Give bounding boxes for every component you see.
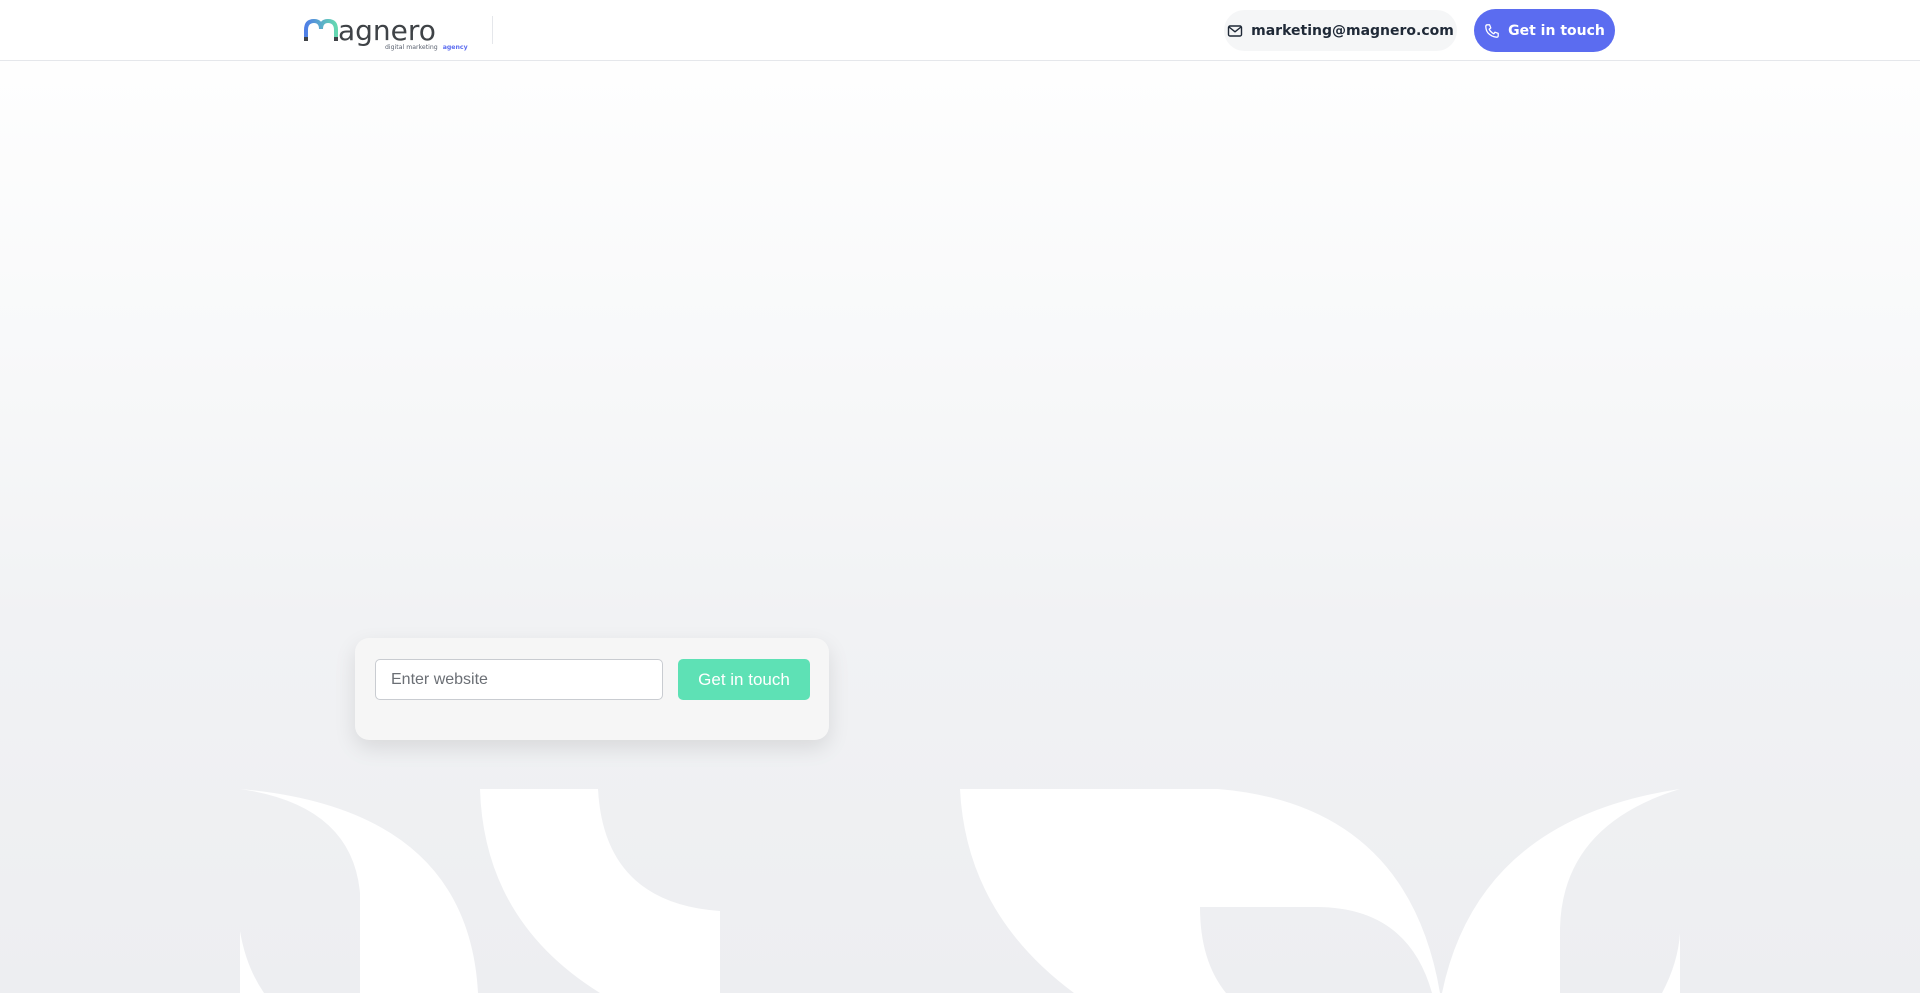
decorative-shapes — [240, 789, 1680, 993]
website-input[interactable] — [375, 659, 663, 700]
get-in-touch-header-label: Get in touch — [1508, 22, 1605, 39]
mail-icon — [1227, 24, 1243, 37]
logo-divider — [492, 16, 493, 44]
email-link[interactable]: marketing@magnero.com — [1224, 10, 1457, 51]
get-in-touch-header-button[interactable]: Get in touch — [1474, 9, 1615, 52]
phone-icon — [1485, 23, 1499, 38]
get-in-touch-form-button[interactable]: Get in touch — [678, 659, 810, 700]
logo-tagline: digital marketing agency — [385, 44, 468, 51]
logo-wordmark: agnero — [338, 14, 436, 47]
get-in-touch-form-label: Get in touch — [698, 669, 790, 689]
email-text: marketing@magnero.com — [1251, 22, 1454, 39]
site-header: agnero digital marketing agency marketin… — [0, 0, 1920, 61]
magnero-logo[interactable]: agnero digital marketing agency — [303, 8, 473, 52]
website-form-card: Get in touch — [355, 638, 829, 740]
logo-image: agnero digital marketing agency — [304, 14, 468, 51]
hero-section: Get in touch — [0, 61, 1920, 993]
